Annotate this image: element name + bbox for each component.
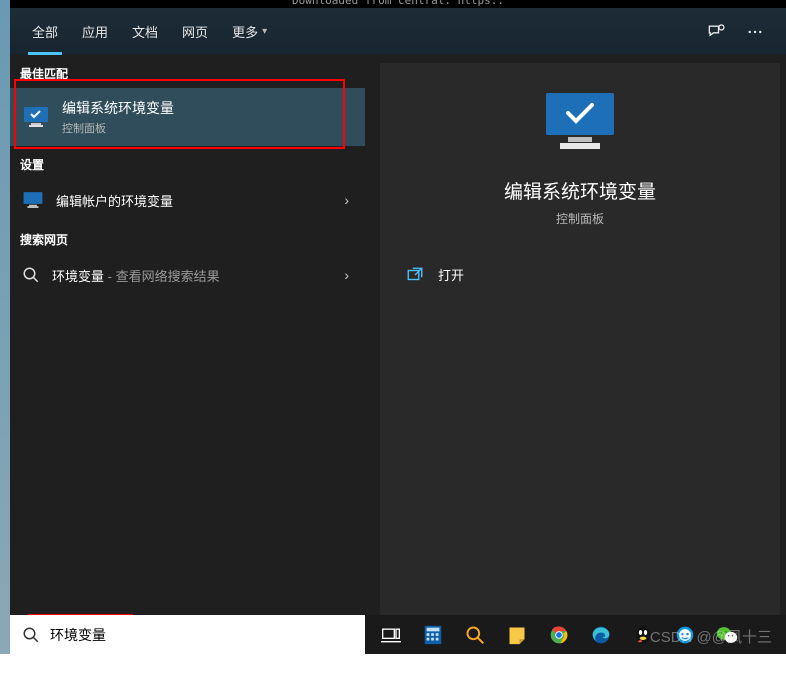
result-web-search[interactable]: 环境变量 - 查看网络搜索结果 › — [10, 254, 365, 296]
chevron-right-icon: › — [344, 192, 349, 208]
tab-docs[interactable]: 文档 — [120, 8, 170, 55]
preview-subtitle: 控制面板 — [380, 210, 780, 227]
result-title: 环境变量 - 查看网络搜索结果 — [52, 266, 220, 285]
tab-more[interactable]: 更多▾ — [220, 8, 279, 55]
search-taskbar-icon[interactable] — [457, 617, 493, 653]
action-label: 打开 — [438, 265, 464, 284]
preview-title: 编辑系统环境变量 — [380, 177, 780, 204]
background-console-text: Downloaded from central. https:. — [292, 0, 504, 7]
search-tabs: 全部 应用 文档 网页 更多▾ — [10, 8, 786, 55]
group-web: 搜索网页 — [10, 221, 365, 254]
chevron-right-icon: › — [344, 267, 349, 283]
edge-icon[interactable] — [583, 617, 619, 653]
ellipsis-icon[interactable] — [746, 23, 764, 41]
taskbar — [365, 615, 786, 654]
group-settings: 设置 — [10, 146, 365, 179]
chrome-icon[interactable] — [541, 617, 577, 653]
search-icon — [22, 626, 40, 644]
results-panel: 最佳匹配 编辑系统环境变量 控制面板 设置 编辑帐户的环境变量 › 搜索网页 — [10, 55, 365, 615]
window-top-strip: Downloaded from central. https:. — [10, 0, 786, 8]
tab-apps[interactable]: 应用 — [70, 8, 120, 55]
search-box[interactable] — [10, 615, 365, 654]
sticky-notes-icon[interactable] — [499, 617, 535, 653]
preview-panel: 编辑系统环境变量 控制面板 打开 — [380, 63, 780, 615]
action-open[interactable]: 打开 — [380, 255, 780, 294]
result-title: 编辑系统环境变量 — [62, 98, 174, 118]
result-edit-system-env[interactable]: 编辑系统环境变量 控制面板 — [10, 88, 365, 146]
group-best-match: 最佳匹配 — [10, 55, 365, 88]
tab-web[interactable]: 网页 — [170, 8, 220, 55]
result-subtitle: 控制面板 — [62, 120, 174, 136]
page-background — [0, 654, 786, 683]
monitor-check-large-icon — [538, 89, 622, 159]
result-edit-user-env[interactable]: 编辑帐户的环境变量 › — [10, 179, 365, 221]
result-title: 编辑帐户的环境变量 — [56, 191, 173, 210]
task-view-icon[interactable] — [373, 617, 409, 653]
search-icon — [22, 266, 40, 284]
search-input[interactable] — [50, 627, 353, 643]
chevron-down-icon: ▾ — [262, 26, 267, 37]
qq-icon[interactable] — [625, 617, 661, 653]
feedback-icon[interactable] — [706, 22, 726, 42]
wechat-icon[interactable] — [709, 617, 745, 653]
tab-all[interactable]: 全部 — [20, 8, 70, 55]
aliwangwang-icon[interactable] — [667, 617, 703, 653]
calculator-icon[interactable] — [415, 617, 451, 653]
desktop-edge — [0, 0, 10, 654]
monitor-check-icon — [22, 105, 50, 129]
monitor-icon — [22, 190, 44, 210]
open-icon — [406, 266, 424, 284]
